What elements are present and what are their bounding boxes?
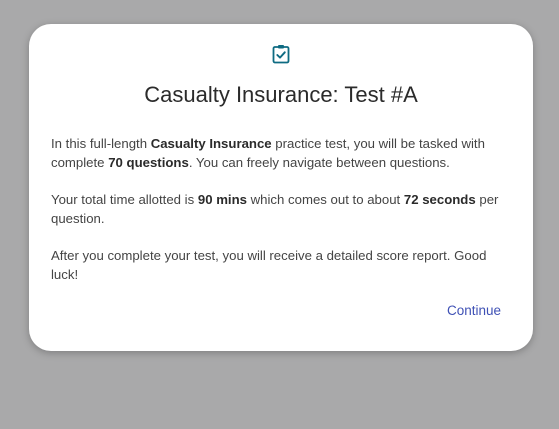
- dialog-title: Casualty Insurance: Test #A: [144, 82, 418, 107]
- test-intro-dialog: Casualty Insurance: Test #A In this full…: [29, 24, 533, 351]
- dialog-body: In this full-length Casualty Insurance p…: [51, 134, 513, 302]
- test-name-bold: Casualty Insurance: [150, 136, 272, 151]
- intro-text-3: . You can freely navigate between questi…: [188, 155, 450, 170]
- time-allotted-bold: 90 mins: [197, 192, 247, 207]
- time-text-1: Your total time allotted is: [51, 192, 198, 207]
- intro-text-1: In this full-length: [51, 136, 151, 151]
- time-paragraph: Your total time allotted is 90 mins whic…: [51, 190, 513, 228]
- seconds-per-question-bold: 72 seconds: [403, 192, 476, 207]
- question-count-bold: 70 questions: [108, 155, 189, 170]
- intro-paragraph: In this full-length Casualty Insurance p…: [51, 134, 513, 172]
- closing-paragraph: After you complete your test, you will r…: [51, 248, 487, 282]
- continue-button[interactable]: Continue: [447, 303, 501, 318]
- dialog-icon-wrap: [29, 44, 533, 66]
- time-text-2: which comes out to about: [246, 192, 404, 207]
- clipboard-check-icon: [272, 44, 290, 66]
